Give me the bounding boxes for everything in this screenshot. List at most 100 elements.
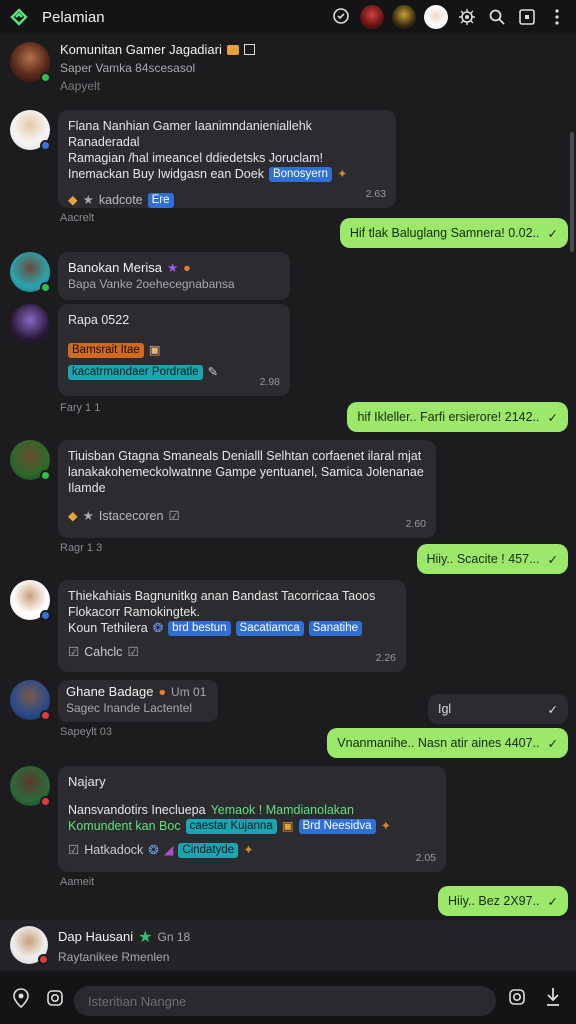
message-text: Rapa 0522 — [68, 313, 130, 327]
avatar[interactable] — [10, 304, 50, 344]
message-text: Yemaok ! Mamdianolakan — [210, 803, 354, 817]
chat-subtitle: Saper Vamka 84scesasol — [60, 61, 196, 75]
message-bubble: Flana Nanhian Gamer Iaanimndanieniallehk… — [58, 110, 396, 208]
timestamp: 2.05 — [415, 852, 436, 864]
message-text: hif Ikleller.. Farfi ersierore! 2142.. — [357, 410, 540, 424]
message-text: Vnanmanihe.. Nasn atir aines 4407.. — [337, 736, 540, 750]
message-bubble: Thiekahiais Bagnunitkg anan Bandast Taco… — [58, 580, 406, 672]
search-icon[interactable] — [486, 6, 508, 28]
outgoing-message: hif Ikleller.. Farfi ersierore! 2142.. ✓ — [347, 402, 568, 432]
avatar[interactable] — [10, 580, 51, 621]
list-item[interactable]: Thiekahiais Bagnunitkg anan Bandast Taco… — [10, 580, 406, 672]
list-item[interactable]: Dap Hausani ★ Gn 18 Raytanikee Rmenlen — [0, 920, 576, 970]
status-badge: Gn 18 — [157, 929, 191, 944]
message-feed[interactable]: Komunitan Gamer Jagadiari Saper Vamka 84… — [0, 34, 576, 920]
message-text: Hif tlak Baluglang Samnera! 0.02.. — [349, 226, 540, 240]
message-text: Komundent kan Boc — [68, 819, 181, 833]
list-item[interactable]: Ghane Badage ● Um 01 Sagec Inande Lactente… — [10, 680, 218, 722]
gear-icon[interactable] — [456, 6, 478, 28]
tag[interactable]: Sacatiamca — [235, 620, 304, 636]
checkbox-label[interactable]: Cahclc — [84, 644, 122, 660]
message-text: Hiiy.. Scacite ! 457... — [426, 552, 540, 566]
timestamp: Aapyelt — [60, 79, 101, 93]
message-bubble: Banokan Merisa ★ ● Bapa Vanke 2oehecegnaba… — [58, 252, 290, 300]
tag[interactable]: brd bestun — [168, 620, 231, 636]
tag[interactable]: Brd Neesidva — [298, 818, 376, 834]
outgoing-message: Hiiy.. Scacite ! 457... ✓ — [416, 544, 568, 574]
chat-name: Dap Hausani — [58, 929, 134, 944]
avatar[interactable] — [10, 110, 51, 151]
list-item[interactable]: Rapa 0522 Bamsrait Itae ▣ kacatrmandaer P… — [10, 304, 290, 396]
timestamp: Ragr 1 3 — [60, 542, 103, 554]
tag[interactable]: Bamsrait Itae — [68, 342, 144, 358]
timestamp: Fary 1 1 — [60, 402, 101, 414]
message-bubble: Ghane Badage ● Um 01 Sagec Inande Lactente… — [58, 680, 218, 722]
more-icon[interactable] — [546, 6, 568, 28]
message-text: Flokacorr Ramokingtek. — [68, 605, 200, 619]
top-bar: Pelamian — [0, 0, 576, 34]
avatar[interactable] — [392, 5, 416, 29]
reaction-label[interactable]: kadcote — [99, 192, 143, 208]
camera-icon[interactable] — [44, 987, 66, 1009]
message-text: Koun Tethilera — [68, 621, 148, 635]
checkbox-label[interactable]: Hatkadock — [84, 842, 143, 858]
timestamp: 2.26 — [375, 652, 396, 664]
message-input[interactable]: Isteritian Nangne — [74, 986, 496, 1016]
logo-icon[interactable] — [8, 6, 30, 28]
tag[interactable]: Cindatyde — [178, 842, 239, 858]
message-text: Nansvandotirs Inecluepa — [68, 803, 206, 817]
message-text: Inemackan Buy Iwidgasn ean Doek — [68, 167, 264, 181]
message-text: Flana Nanhian Gamer Iaanimndanieniallehk… — [68, 119, 312, 149]
list-item[interactable]: Najary Nansvandotirs Inecluepa Yemaok ! M… — [10, 766, 446, 872]
chat-subtitle: Raytanikee Rmenlen — [58, 949, 170, 964]
message-text: Igl — [438, 702, 452, 716]
message-bubble: Tiuisban Gtagna Smaneals Denialll Selhta… — [58, 440, 436, 538]
status-badge: Um 01 — [171, 685, 207, 699]
sender-subtitle: Bapa Vanke 2oehecegnabansa — [68, 277, 235, 291]
app-title: Pelamian — [42, 8, 105, 26]
avatar[interactable] — [424, 5, 448, 29]
list-item[interactable]: Komunitan Gamer Jagadiari Saper Vamka 84… — [10, 42, 255, 93]
message-text: lanakakohemeckolwatnne Gampe yentuanel, … — [68, 465, 424, 479]
chat-bubble-icon[interactable] — [330, 6, 352, 28]
sender-name: Ghane Badage — [66, 684, 154, 699]
avatar[interactable] — [10, 440, 51, 481]
avatar[interactable] — [10, 766, 51, 807]
outgoing-message: Hiiy.. Bez 2X97.. ✓ — [438, 886, 568, 916]
check-icon: ✓ — [547, 894, 558, 909]
tag[interactable]: Sanatihe — [308, 620, 363, 636]
check-icon: ✓ — [547, 410, 558, 425]
timestamp: Aacrelt — [60, 212, 95, 224]
outgoing-message: Vnanmanihe.. Nasn atir aines 4407.. ✓ — [327, 728, 568, 758]
timestamp: Aameit — [60, 876, 95, 888]
list-item[interactable]: Tiuisban Gtagna Smaneals Denialll Selhta… — [10, 440, 436, 538]
tag[interactable]: caestar Kujanna — [185, 818, 277, 834]
check-icon: ✓ — [547, 736, 558, 751]
message-text: Tiuisban Gtagna Smaneals Denialll Selhta… — [68, 449, 422, 463]
scrollbar[interactable] — [570, 132, 574, 252]
avatar[interactable] — [10, 42, 51, 83]
tag[interactable]: Ere — [147, 192, 174, 208]
outgoing-message: Igl ✓ — [428, 694, 568, 724]
window-icon[interactable] — [516, 6, 538, 28]
tag[interactable]: kacatrmandaer Pordratle — [68, 364, 203, 380]
message-bubble: Rapa 0522 Bamsrait Itae ▣ kacatrmandaer P… — [58, 304, 290, 396]
list-item[interactable]: Flana Nanhian Gamer Iaanimndanieniallehk… — [10, 110, 396, 208]
microphone-icon[interactable] — [542, 986, 564, 1008]
message-text: Hiiy.. Bez 2X97.. — [448, 894, 540, 908]
sender-name: Banokan Merisa — [68, 260, 162, 275]
avatar[interactable] — [10, 926, 49, 965]
message-text: Ramagian /hal imeancel ddiedetsks Jorucl… — [68, 151, 323, 165]
location-icon[interactable] — [10, 987, 32, 1009]
avatar[interactable] — [360, 5, 384, 29]
check-icon: ✓ — [547, 226, 558, 241]
outgoing-message: Hif tlak Baluglang Samnera! 0.02.. ✓ — [339, 218, 568, 248]
camera-icon[interactable] — [506, 986, 528, 1008]
avatar[interactable] — [10, 252, 51, 293]
timestamp: 2.60 — [405, 518, 426, 530]
reaction-label[interactable]: Istacecoren — [99, 508, 164, 524]
list-item[interactable]: Banokan Merisa ★ ● Bapa Vanke 2oehecegnaba… — [10, 252, 290, 300]
tag[interactable]: Bonosyern — [268, 166, 332, 182]
check-icon: ✓ — [547, 552, 558, 567]
avatar[interactable] — [10, 680, 51, 721]
